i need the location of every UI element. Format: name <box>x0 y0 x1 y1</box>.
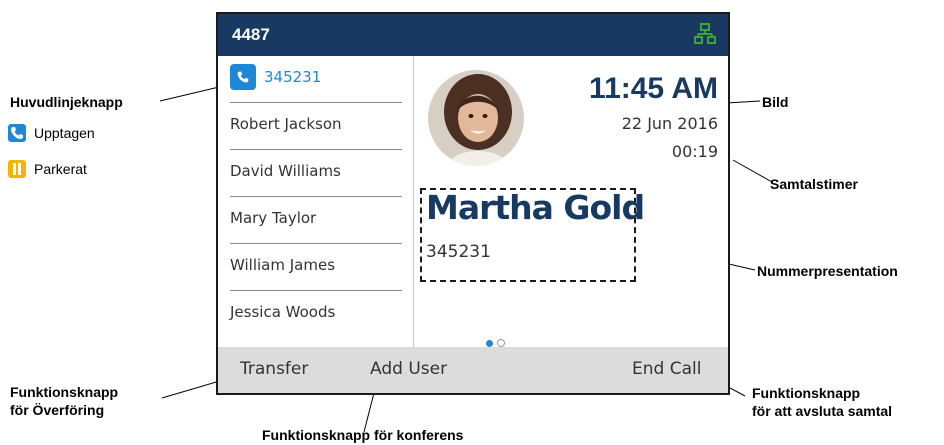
softkey-bar: Transfer Add User End Call <box>218 347 728 393</box>
line-key-robert-jackson[interactable]: Robert Jackson <box>230 103 402 150</box>
caller-id: Martha Gold 345231 <box>420 188 645 282</box>
line-key-label: David Williams <box>230 162 341 180</box>
legend-busy-label: Upptagen <box>34 125 95 141</box>
pause-icon <box>8 160 26 178</box>
phone-icon <box>8 124 26 142</box>
line-number: 4487 <box>232 25 270 44</box>
callout-end-call-2: för att avsluta samtal <box>752 403 893 419</box>
status-bar: 4487 <box>218 14 728 56</box>
callout-transfer-2: för Överföring <box>10 402 105 418</box>
line-key-david-williams[interactable]: David Williams <box>230 150 402 197</box>
line-key-william-james[interactable]: William James <box>230 244 402 291</box>
date: 22 Jun 2016 <box>621 114 718 133</box>
line-key-label: William James <box>230 256 336 274</box>
line-key-label: Mary Taylor <box>230 209 317 227</box>
callout-end-call-1: Funktionsknapp <box>752 385 861 401</box>
line-key-label: 345231 <box>264 68 322 86</box>
call-details-panel: 11:45 AM 22 Jun 2016 00:19 Martha Gold 3… <box>414 56 730 349</box>
call-timer: 00:19 <box>671 142 718 161</box>
legend-parked-label: Parkerat <box>34 161 87 177</box>
callout-transfer-1: Funktionsknapp <box>10 384 119 400</box>
callout-picture: Bild <box>762 94 789 110</box>
caller-number: 345231 <box>426 242 491 262</box>
page-dot-inactive <box>497 339 505 347</box>
callout-conference: Funktionsknapp för konferens <box>262 427 464 443</box>
line-key-mary-taylor[interactable]: Mary Taylor <box>230 197 402 244</box>
end-call-softkey[interactable]: End Call <box>632 359 701 379</box>
clock: 11:45 AM <box>589 72 718 105</box>
callout-caller-id: Nummerpresentation <box>757 263 898 279</box>
line-key-label: Jessica Woods <box>230 303 336 321</box>
caller-name: Martha Gold <box>426 188 645 227</box>
add-user-softkey[interactable]: Add User <box>370 359 447 379</box>
line-key-jessica-woods[interactable]: Jessica Woods <box>230 291 402 337</box>
phone-icon <box>230 64 256 90</box>
line-key-main[interactable]: 345231 <box>230 56 402 103</box>
phone-screen: 4487 345231 Robert Jackson David William… <box>216 12 730 395</box>
caller-picture <box>428 70 524 166</box>
line-key-label: Robert Jackson <box>230 115 342 133</box>
callout-call-timer: Samtalstimer <box>770 176 858 192</box>
page-dot-active <box>486 340 493 347</box>
network-icon <box>694 23 716 44</box>
transfer-softkey[interactable]: Transfer <box>240 359 308 379</box>
callout-main-line-key: Huvudlinjeknapp <box>10 94 123 110</box>
line-keys-panel: 345231 Robert Jackson David Williams Mar… <box>218 56 414 349</box>
